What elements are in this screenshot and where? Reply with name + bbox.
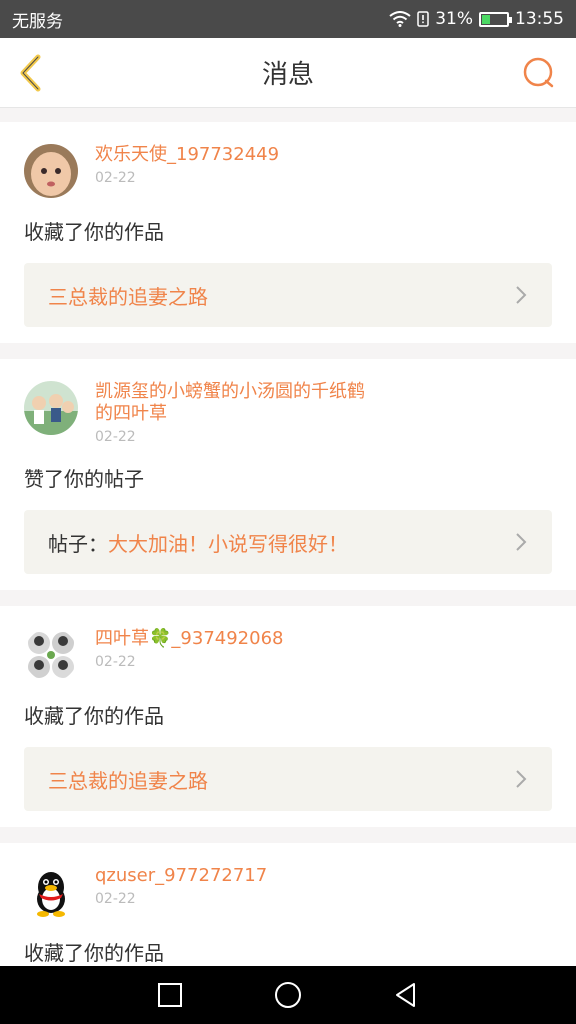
date: 02-22 <box>95 891 136 907</box>
search-icon[interactable] <box>520 54 558 92</box>
avatar[interactable] <box>24 144 78 198</box>
message-card: qzuser_977272717 02-22 收藏了你的作品 <box>0 843 576 966</box>
user-meta: 凯源玺的小螃蟹的小汤圆的千纸鹤的四叶草 02-22 <box>95 381 375 445</box>
square-nav-icon[interactable] <box>156 981 184 1009</box>
user-meta: 欢乐天使_197732449 02-22 <box>95 144 279 186</box>
username[interactable]: 凯源玺的小螃蟹的小汤圆的千纸鹤的四叶草 <box>95 381 375 425</box>
target-prefix: 帖子： <box>48 531 108 556</box>
action-text: 收藏了你的作品 <box>24 220 164 244</box>
avatar[interactable] <box>24 865 78 919</box>
status-right: 31% 13:55 <box>389 9 564 29</box>
username[interactable]: 欢乐天使_197732449 <box>95 144 279 166</box>
target-link[interactable]: 三总裁的追妻之路 <box>24 263 552 327</box>
target-text: 大大加油！小说写得很好！ <box>108 531 348 556</box>
system-nav-bar <box>0 966 576 1024</box>
chevron-right-icon <box>516 286 527 304</box>
status-bar: 无服务 31% 13:55 <box>0 0 576 38</box>
date: 02-22 <box>95 429 136 445</box>
user-row: 凯源玺的小螃蟹的小汤圆的千纸鹤的四叶草 02-22 <box>24 381 552 445</box>
circle-nav-icon[interactable] <box>274 981 302 1009</box>
battery-percent: 31% <box>435 9 473 29</box>
chevron-right-icon <box>516 533 527 551</box>
target-link[interactable]: 帖子：大大加油！小说写得很好！ <box>24 510 552 574</box>
chevron-right-icon <box>516 770 527 788</box>
target-text: 三总裁的追妻之路 <box>48 768 208 793</box>
message-card: 欢乐天使_197732449 02-22 收藏了你的作品 三总裁的追妻之路 <box>0 122 576 343</box>
action-text: 收藏了你的作品 <box>24 941 164 965</box>
target-link[interactable]: 三总裁的追妻之路 <box>24 747 552 811</box>
user-row: qzuser_977272717 02-22 <box>24 865 552 919</box>
time-text: 13:55 <box>515 9 564 29</box>
user-row: 欢乐天使_197732449 02-22 <box>24 144 552 198</box>
username[interactable]: qzuser_977272717 <box>95 865 267 887</box>
username[interactable]: 四叶草🍀_937492068 <box>95 628 283 650</box>
user-meta: 四叶草🍀_937492068 02-22 <box>95 628 283 670</box>
message-card: 凯源玺的小螃蟹的小汤圆的千纸鹤的四叶草 02-22 赞了你的帖子 帖子：大大加油… <box>0 359 576 590</box>
wifi-icon <box>389 11 411 27</box>
avatar[interactable] <box>24 381 78 435</box>
date: 02-22 <box>95 170 136 186</box>
alert-icon <box>417 11 429 27</box>
action-text: 收藏了你的作品 <box>24 704 164 728</box>
message-list[interactable]: 欢乐天使_197732449 02-22 收藏了你的作品 三总裁的追妻之路 凯源… <box>0 108 576 966</box>
avatar[interactable] <box>24 628 78 682</box>
carrier-text: 无服务 <box>12 11 63 32</box>
user-meta: qzuser_977272717 02-22 <box>95 865 267 907</box>
user-row: 四叶草🍀_937492068 02-22 <box>24 628 552 682</box>
battery-icon <box>479 11 512 27</box>
action-text: 赞了你的帖子 <box>24 467 144 491</box>
page-title: 消息 <box>261 60 314 90</box>
title-bar: 消息 <box>0 38 576 108</box>
date: 02-22 <box>95 654 136 670</box>
message-card: 四叶草🍀_937492068 02-22 收藏了你的作品 三总裁的追妻之路 <box>0 606 576 827</box>
back-nav-icon[interactable] <box>392 981 420 1009</box>
target-text: 三总裁的追妻之路 <box>48 284 208 309</box>
back-icon[interactable] <box>12 52 54 94</box>
